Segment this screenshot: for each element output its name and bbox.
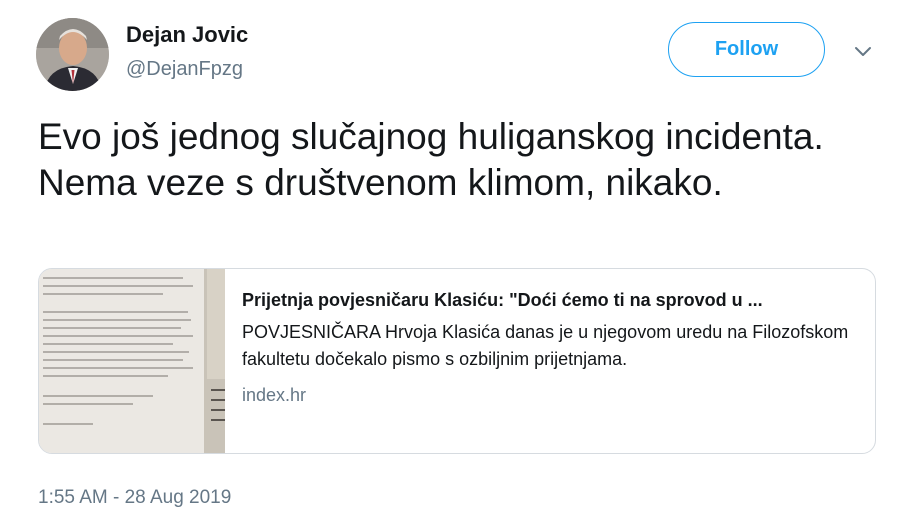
tweet-timestamp[interactable]: 1:55 AM - 28 Aug 2019 xyxy=(38,487,231,509)
link-card-description: POVJESNIČARA Hrvoja Klasića danas je u n… xyxy=(242,322,849,369)
follow-button[interactable]: Follow xyxy=(668,22,825,77)
link-card-thumbnail xyxy=(39,269,225,453)
user-handle[interactable]: @DejanFpzg xyxy=(126,58,243,81)
chevron-down-icon[interactable] xyxy=(852,40,874,62)
link-card-domain: index.hr xyxy=(242,385,307,405)
avatar[interactable] xyxy=(36,18,109,91)
user-display-name[interactable]: Dejan Jovic xyxy=(126,22,248,48)
tweet-text: Evo još jednog slučajnog huliganskog inc… xyxy=(38,116,824,203)
link-card[interactable]: Prijetnja povjesničaru Klasiću: "Doći će… xyxy=(38,268,876,454)
link-card-title[interactable]: Prijetnja povjesničaru Klasiću: "Doći će… xyxy=(242,289,875,311)
avatar-image xyxy=(36,18,109,91)
